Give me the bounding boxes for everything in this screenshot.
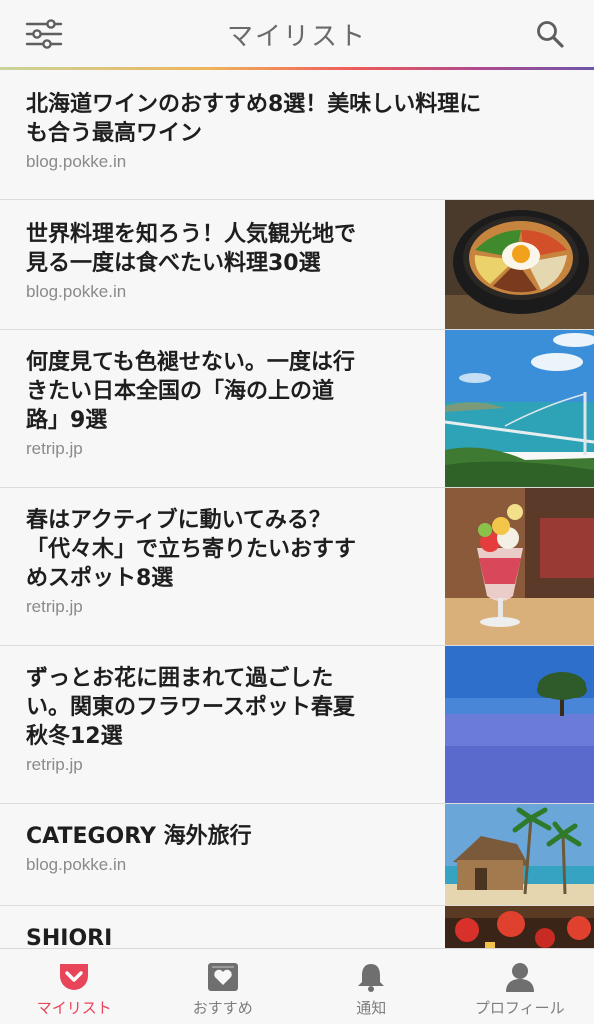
tab-recommend[interactable]: おすすめ [149, 949, 298, 1024]
item-title-line: 春はアクティブに動いてみる？ [26, 508, 331, 533]
item-title-line: 「代々木」で立ち寄りたいおすす [26, 537, 357, 562]
recommend-heart-icon [207, 963, 238, 991]
saved-article-list[interactable]: 北海道ワインのおすすめ8選！美味しい料理に も合う最高ワイン blog.pokk… [0, 70, 594, 948]
thumbnail-bibimbap [445, 200, 594, 329]
item-title-line: も合う最高ワイン [26, 121, 203, 146]
tab-notifications[interactable]: 通知 [297, 949, 446, 1024]
item-title-line: い。関東のフラワースポット春夏 [26, 695, 355, 720]
item-source: retrip.jp [26, 597, 83, 616]
thumbnail-parfait [445, 488, 594, 645]
item-title-line: 路」9選 [26, 408, 108, 433]
list-item[interactable]: CATEGORY 海外旅行 blog.pokke.in [0, 804, 594, 906]
item-source: retrip.jp [26, 755, 83, 774]
item-title: 何度見ても色褪せない。一度は行 きたい日本全国の「海の上の道 路」9選 [26, 348, 355, 435]
item-title-line: 見る一度は食べたい料理30選 [26, 251, 321, 276]
top-header: マイリスト [0, 0, 594, 68]
item-title-line: ずっとお花に囲まれて過ごした [26, 666, 334, 691]
item-title: CATEGORY 海外旅行 [26, 822, 252, 851]
list-item[interactable]: 北海道ワインのおすすめ8選！美味しい料理に も合う最高ワイン blog.pokk… [0, 70, 594, 200]
item-title: ずっとお花に囲まれて過ごした い。関東のフラワースポット春夏 秋冬12選 [26, 664, 355, 751]
list-item[interactable]: 世界料理を知ろう！人気観光地で 見る一度は食べたい料理30選 blog.pokk… [0, 200, 594, 330]
thumbnail-beach-hut [445, 804, 594, 905]
tab-label: マイリスト [36, 999, 112, 1017]
item-title: 北海道ワインのおすすめ8選！美味しい料理に も合う最高ワイン [26, 90, 481, 148]
tab-mylist[interactable]: マイリスト [0, 949, 149, 1024]
tab-label: おすすめ [192, 999, 253, 1017]
item-title-line: 何度見ても色褪せない。一度は行 [26, 350, 355, 375]
search-icon [537, 21, 564, 48]
item-title-line: SHIORI [26, 926, 113, 948]
item-title-line: めスポット8選 [26, 566, 174, 591]
item-title-line: 北海道ワインのおすすめ8選！美味しい料理に [26, 92, 482, 117]
page-title: マイリスト [226, 22, 367, 52]
bell-icon [358, 964, 385, 992]
thumbnail-sea-bridge [445, 330, 594, 487]
profile-icon [505, 963, 534, 992]
item-source: blog.pokke.in [26, 282, 127, 301]
item-title-line: 世界料理を知ろう！人気観光地で [26, 222, 357, 247]
item-title-line: CATEGORY 海外旅行 [26, 824, 252, 849]
item-title-line: 秋冬12選 [26, 724, 123, 749]
item-source: blog.pokke.in [26, 855, 127, 874]
item-text: SHIORI [26, 924, 112, 948]
list-item[interactable]: 春はアクティブに動いてみる？ 「代々木」で立ち寄りたいおすす めスポット8選 r… [0, 488, 594, 646]
item-title: 春はアクティブに動いてみる？ 「代々木」で立ち寄りたいおすす めスポット8選 [26, 506, 356, 593]
item-text: 世界料理を知ろう！人気観光地で 見る一度は食べたい料理30選 blog.pokk… [26, 220, 356, 302]
item-title: 世界料理を知ろう！人気観光地で 見る一度は食べたい料理30選 [26, 220, 356, 278]
tab-label: 通知 [356, 999, 387, 1017]
bottom-tab-bar: マイリスト おすすめ 通知 プロフィール [0, 948, 594, 1024]
thumbnail-lanterns [445, 906, 594, 948]
list-item[interactable]: ずっとお花に囲まれて過ごした い。関東のフラワースポット春夏 秋冬12選 ret… [0, 646, 594, 804]
item-text: 北海道ワインのおすすめ8選！美味しい料理に も合う最高ワイン blog.pokk… [26, 90, 481, 172]
item-source: retrip.jp [26, 439, 83, 458]
item-title-line: きたい日本全国の「海の上の道 [26, 379, 335, 404]
item-text: 春はアクティブに動いてみる？ 「代々木」で立ち寄りたいおすす めスポット8選 r… [26, 506, 356, 617]
item-text: 何度見ても色褪せない。一度は行 きたい日本全国の「海の上の道 路」9選 retr… [26, 348, 355, 459]
item-text: ずっとお花に囲まれて過ごした い。関東のフラワースポット春夏 秋冬12選 ret… [26, 664, 355, 775]
tab-label: プロフィール [474, 999, 565, 1017]
item-source: blog.pokke.in [26, 152, 127, 171]
tab-profile[interactable]: プロフィール [446, 949, 594, 1024]
item-title: SHIORI [26, 924, 112, 948]
item-text: CATEGORY 海外旅行 blog.pokke.in [26, 822, 252, 875]
search-button[interactable] [528, 14, 572, 54]
list-item[interactable]: SHIORI [0, 906, 594, 948]
pocket-icon [60, 964, 89, 990]
thumbnail-flower-field [445, 646, 594, 803]
list-item[interactable]: 何度見ても色褪せない。一度は行 きたい日本全国の「海の上の道 路」9選 retr… [0, 330, 594, 488]
